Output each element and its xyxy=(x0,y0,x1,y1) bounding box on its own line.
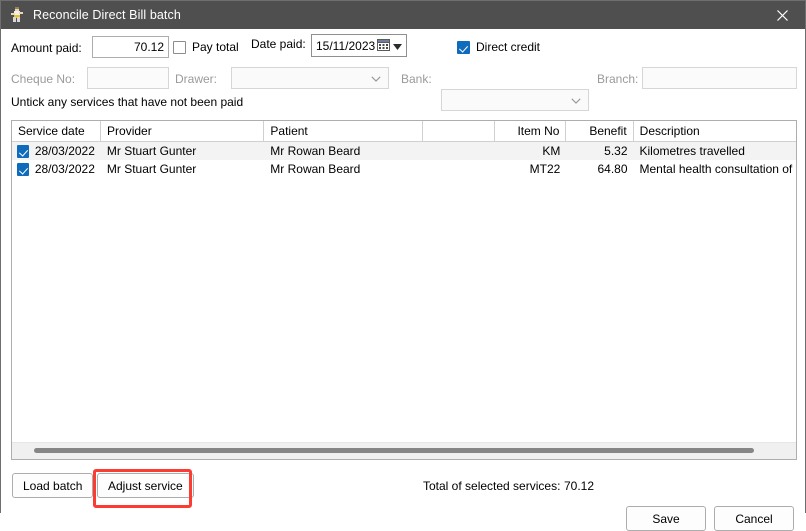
scrollbar-thumb[interactable] xyxy=(34,448,754,453)
bank-label: Bank: xyxy=(401,72,432,86)
total-selected-value: 70.12 xyxy=(564,479,595,493)
service-date-value: 28/03/2022 xyxy=(34,162,95,176)
column-header-item-no[interactable]: Item No xyxy=(495,121,567,141)
chevron-down-icon[interactable] xyxy=(393,39,402,53)
date-paid-picker[interactable]: 15/11/2023 xyxy=(311,34,407,57)
cheque-no-label: Cheque No: xyxy=(11,72,76,86)
cell-benefit: 64.80 xyxy=(597,162,628,176)
drawer-select[interactable] xyxy=(231,67,389,89)
chevron-down-icon xyxy=(371,71,381,85)
cell-service-date: 28/03/2022 xyxy=(12,142,101,160)
pay-total-label: Pay total xyxy=(192,40,239,54)
dialog-window: Reconcile Direct Bill batch Amount paid:… xyxy=(0,0,806,531)
direct-credit-checkbox-box[interactable] xyxy=(457,40,470,54)
column-header-provider[interactable]: Provider xyxy=(101,121,265,141)
cell-patient: Mr Rowan Beard xyxy=(270,162,361,176)
column-header-service-date[interactable]: Service date xyxy=(12,121,102,141)
cell-description: Mental health consultation of at least xyxy=(639,162,797,176)
adjust-service-button[interactable]: Adjust service xyxy=(97,473,194,498)
cell-patient: Mr Rowan Beard xyxy=(270,144,361,158)
column-header-blank[interactable] xyxy=(423,121,495,141)
cell-provider: Mr Stuart Gunter xyxy=(106,144,197,158)
cell-item-no: MT22 xyxy=(529,162,561,176)
column-header-patient[interactable]: Patient xyxy=(264,121,424,141)
save-button[interactable]: Save xyxy=(626,506,706,531)
direct-credit-label: Direct credit xyxy=(476,40,541,54)
pay-total-checkbox[interactable]: Pay total xyxy=(173,40,239,54)
branch-label: Branch: xyxy=(597,72,639,86)
table-row[interactable]: 28/03/2022 Mr Stuart Gunter Mr Rowan Bea… xyxy=(12,160,796,178)
cell-provider: Mr Stuart Gunter xyxy=(106,162,197,176)
cancel-button[interactable]: Cancel xyxy=(714,506,794,531)
grid-header-row: Service date Provider Patient Item No Be… xyxy=(12,121,796,142)
date-paid-label: Date paid: xyxy=(251,37,306,51)
cell-item-no: KM xyxy=(542,144,561,158)
bank-select[interactable] xyxy=(441,89,589,111)
pay-total-checkbox-box[interactable] xyxy=(173,40,186,54)
cell-description: Kilometres travelled xyxy=(639,144,745,158)
cell-service-date: 28/03/2022 xyxy=(12,160,101,178)
table-row[interactable]: 28/03/2022 Mr Stuart Gunter Mr Rowan Bea… xyxy=(12,142,796,160)
cell-benefit: 5.32 xyxy=(604,144,628,158)
services-list: Service date Provider Patient Item No Be… xyxy=(11,120,797,460)
branch-input[interactable] xyxy=(642,67,797,89)
row-checkbox[interactable] xyxy=(17,162,29,176)
calendar-icon[interactable] xyxy=(377,38,390,54)
cheque-no-input[interactable] xyxy=(87,67,169,89)
window-title: Reconcile Direct Bill batch xyxy=(33,8,181,22)
person-figure-icon xyxy=(8,6,26,24)
column-header-description[interactable]: Description xyxy=(634,121,796,141)
load-batch-button[interactable]: Load batch xyxy=(12,473,94,498)
drawer-label: Drawer: xyxy=(175,72,218,86)
total-selected-label: Total of selected services: xyxy=(423,479,561,493)
row-checkbox[interactable] xyxy=(17,144,29,158)
amount-paid-input[interactable] xyxy=(92,36,169,58)
date-paid-value: 15/11/2023 xyxy=(316,38,376,53)
direct-credit-checkbox[interactable]: Direct credit xyxy=(457,40,540,54)
amount-paid-label: Amount paid: xyxy=(11,41,82,55)
horizontal-scrollbar[interactable] xyxy=(12,442,796,459)
chevron-down-icon xyxy=(571,93,581,107)
service-date-value: 28/03/2022 xyxy=(34,144,95,158)
untick-hint-text: Untick any services that have not been p… xyxy=(11,95,244,109)
dialog-body: Amount paid: Pay total Date paid: 15/11/… xyxy=(1,29,805,531)
column-header-benefit[interactable]: Benefit xyxy=(566,121,634,141)
title-bar: Reconcile Direct Bill batch xyxy=(1,1,805,29)
close-icon[interactable] xyxy=(760,1,805,29)
